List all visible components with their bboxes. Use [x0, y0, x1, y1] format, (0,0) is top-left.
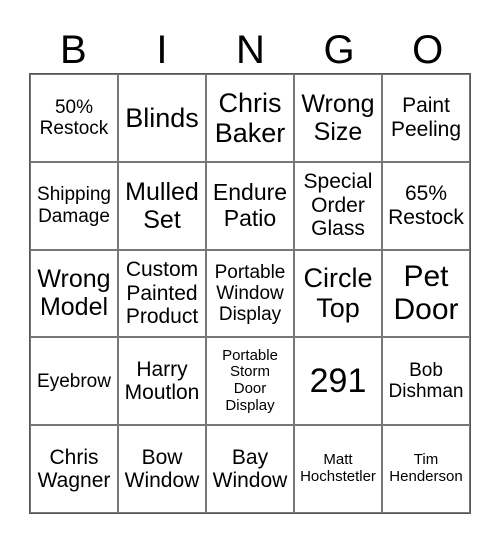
- header-letter-g: G: [323, 28, 355, 72]
- bingo-cell[interactable]: Chris Baker: [206, 74, 294, 162]
- bingo-header: B I N G O: [29, 28, 472, 73]
- bingo-cell[interactable]: Paint Peeling: [382, 74, 470, 162]
- bingo-cell[interactable]: Portable Window Display: [206, 249, 294, 338]
- bingo-cell[interactable]: Special Order Glass: [294, 161, 382, 250]
- bingo-cell[interactable]: Endure Patio: [206, 161, 294, 250]
- bingo-cell[interactable]: Shipping Damage: [30, 161, 118, 250]
- bingo-cell[interactable]: Bow Window: [118, 425, 206, 513]
- bingo-cell[interactable]: Harry Moutlon: [118, 337, 206, 426]
- bingo-cell[interactable]: 291: [294, 337, 382, 426]
- bingo-cell[interactable]: Blinds: [118, 74, 206, 162]
- bingo-cell[interactable]: Wrong Model: [30, 249, 118, 338]
- bingo-cell[interactable]: Portable Storm Door Display: [206, 337, 294, 426]
- bingo-cell[interactable]: Tim Henderson: [382, 425, 470, 513]
- bingo-cell[interactable]: Pet Door: [382, 249, 470, 338]
- header-letter-o: O: [412, 28, 444, 72]
- bingo-cell[interactable]: Bay Window: [206, 425, 294, 513]
- bingo-cell[interactable]: Custom Painted Product: [118, 249, 206, 338]
- bingo-cell[interactable]: 65% Restock: [382, 161, 470, 250]
- bingo-cell[interactable]: 50% Restock: [30, 74, 118, 162]
- header-letter-b: B: [59, 28, 87, 72]
- header-letter-n: N: [236, 28, 265, 72]
- header-letter-i: I: [156, 28, 168, 72]
- bingo-cell[interactable]: Matt Hochstetler: [294, 425, 382, 513]
- bingo-grid: 50% Restock Blinds Chris Baker Wrong Size Paint…: [29, 73, 471, 514]
- bingo-cell[interactable]: Mulled Set: [118, 161, 206, 250]
- bingo-cell[interactable]: Chris Wagner: [30, 425, 118, 513]
- bingo-cell[interactable]: Eyebrow: [30, 337, 118, 426]
- bingo-cell[interactable]: Wrong Size: [294, 74, 382, 162]
- bingo-cell[interactable]: Circle Top: [294, 249, 382, 338]
- bingo-cell[interactable]: Bob Dishman: [382, 337, 470, 426]
